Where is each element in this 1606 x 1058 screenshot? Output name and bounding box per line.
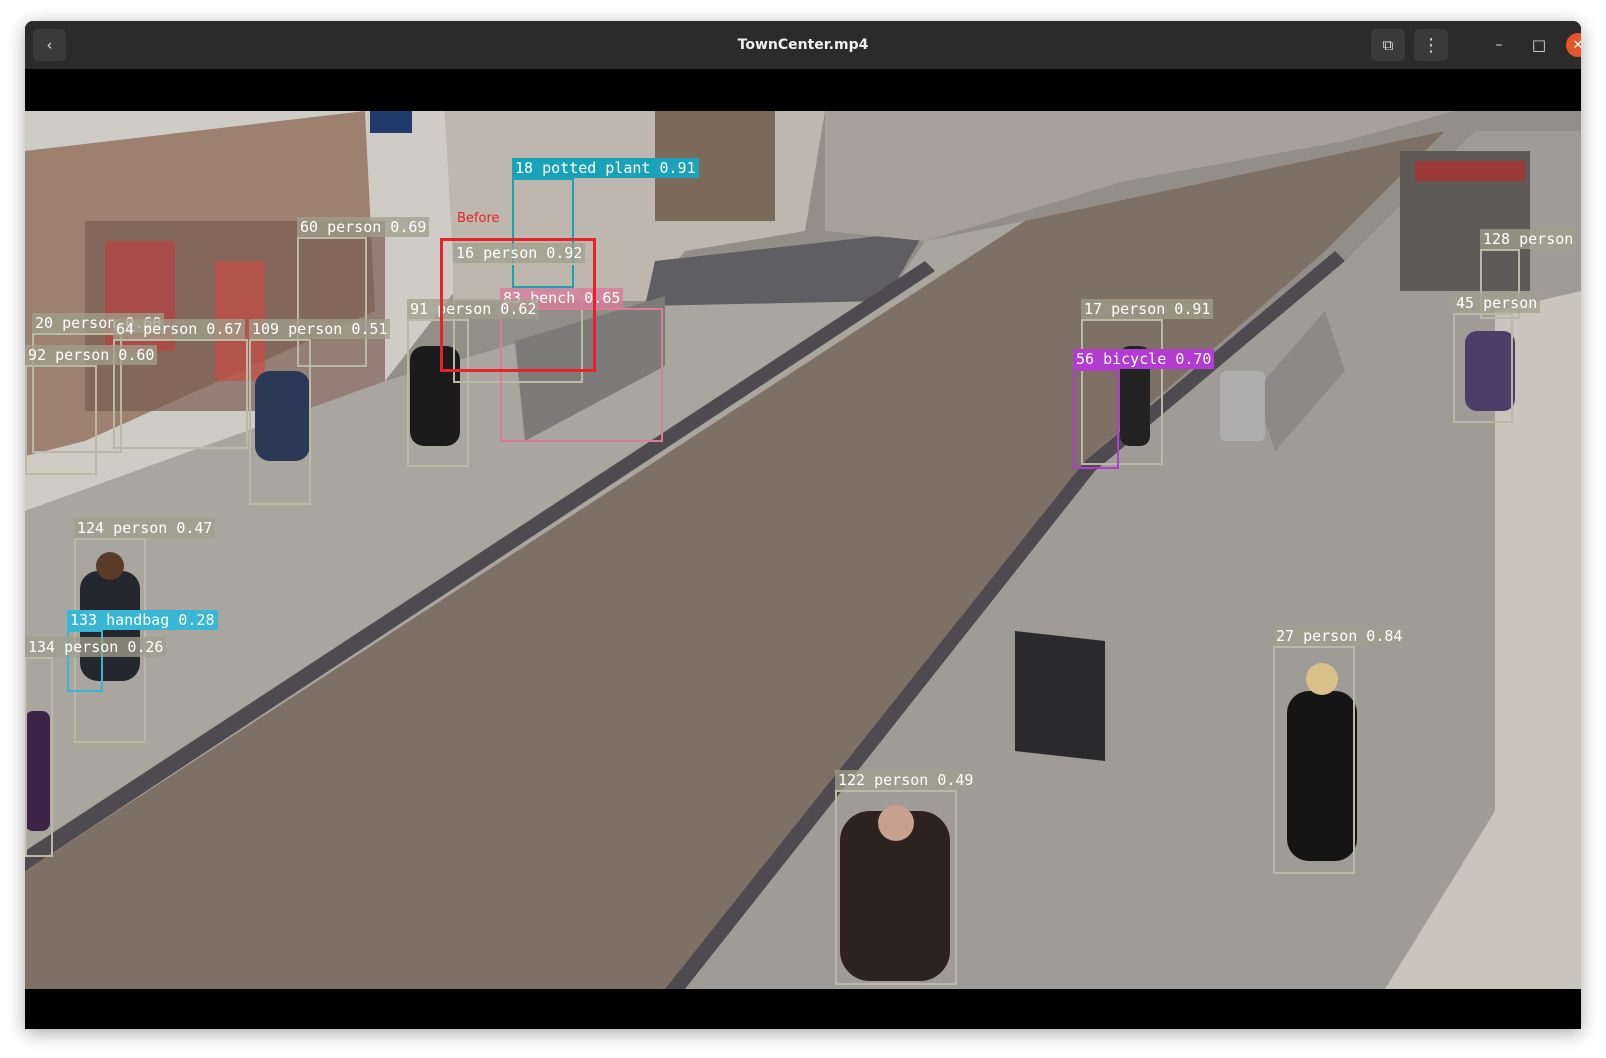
detection-box: 109 person 0.51 (249, 319, 391, 505)
detection-label: 64 person 0.67 (113, 319, 246, 339)
detection-label: 92 person 0.60 (25, 345, 158, 365)
detection-label: 133 handbag 0.28 (67, 610, 218, 630)
minimize-icon: – (1495, 37, 1503, 53)
back-button[interactable]: ‹ (33, 29, 66, 61)
detection-box: 92 person 0.60 (25, 345, 158, 475)
detection-label: 122 person 0.49 (835, 770, 977, 790)
kebab-menu-icon: ⋮ (1422, 34, 1440, 56)
detection-box: 56 bicycle 0.70 (1073, 349, 1215, 469)
chevron-left-icon: ‹ (46, 36, 53, 54)
picture-in-picture-button[interactable]: ⧉ (1371, 29, 1405, 61)
roi-label: Before (457, 211, 500, 226)
detection-label: 60 person 0.69 (297, 217, 430, 237)
detection-label: 56 bicycle 0.70 (1073, 349, 1215, 369)
detection-box: 134 person 0.26 (25, 637, 167, 857)
detection-box: 45 person (1453, 293, 1541, 423)
window-title: TownCenter.mp4 (737, 37, 869, 53)
minimize-button[interactable]: – (1487, 33, 1511, 57)
pip-icon: ⧉ (1382, 36, 1394, 54)
detection-label: 27 person 0.84 (1273, 626, 1406, 646)
detection-label: 18 potted plant 0.91 (512, 158, 699, 178)
maximize-button[interactable]: □ (1527, 33, 1551, 57)
detection-box: 27 person 0.84 (1273, 626, 1406, 874)
region-of-interest: Before (440, 211, 596, 372)
close-icon: ✕ (1572, 37, 1581, 53)
detection-label: 17 person 0.91 (1081, 299, 1214, 319)
menu-button[interactable]: ⋮ (1414, 29, 1448, 61)
video-frame[interactable]: 18 potted plant 0.91 60 person 0.69 16 p… (25, 111, 1581, 989)
detection-label: 124 person 0.47 (74, 518, 216, 538)
title-bar: TownCenter.mp4 ‹ ⧉ ⋮ – □ ✕ (25, 21, 1581, 69)
detection-label: 128 person (1480, 229, 1577, 249)
detection-label: 45 person (1453, 293, 1541, 313)
detection-label: 109 person 0.51 (249, 319, 391, 339)
detection-box: 122 person 0.49 (835, 770, 977, 985)
maximize-icon: □ (1531, 36, 1547, 54)
video-player-window: TownCenter.mp4 ‹ ⧉ ⋮ – □ ✕ 18 potted pla… (25, 21, 1581, 1029)
detection-label: 134 person 0.26 (25, 637, 167, 657)
